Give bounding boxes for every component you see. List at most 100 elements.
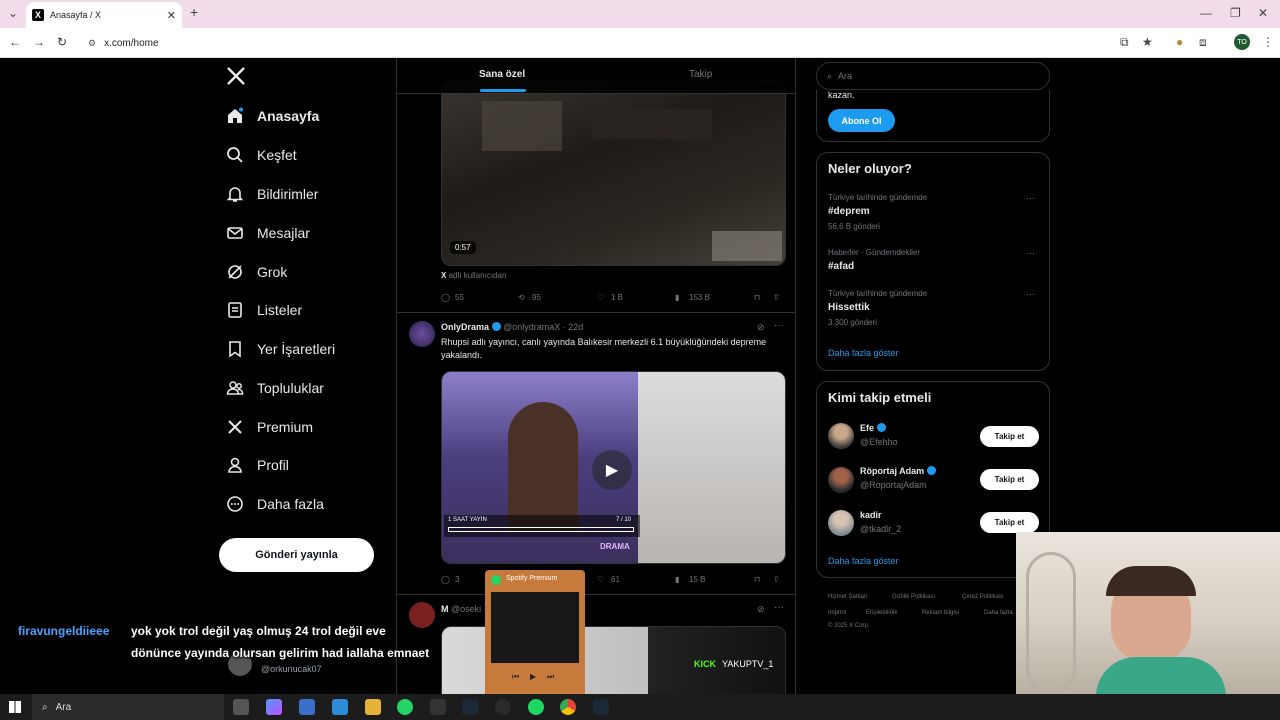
- views-icon[interactable]: ▮: [675, 575, 679, 584]
- footer-link[interactable]: Imprint: [828, 610, 846, 616]
- onlydrama-avatar[interactable]: [409, 321, 435, 347]
- site-info-icon[interactable]: ⚙: [88, 38, 96, 49]
- nav-item-home[interactable]: Anasayfa: [226, 104, 319, 128]
- more-options-icon[interactable]: ···: [774, 602, 784, 613]
- back-icon[interactable]: ←: [9, 35, 21, 49]
- restore-icon[interactable]: ❐: [1230, 6, 1241, 20]
- author-handle[interactable]: @oseki: [451, 604, 481, 614]
- footer-link[interactable]: Daha fazla: [984, 610, 1013, 616]
- browser-tab[interactable]: X Anasayfa / X ✕: [26, 2, 182, 28]
- x-logo-icon[interactable]: [226, 66, 246, 86]
- nav-item-messages[interactable]: Mesajlar: [226, 221, 310, 245]
- post2-video[interactable]: ▶ 1 SAAT YAYIN 7 / 10 DRAMA: [441, 371, 786, 564]
- profile-avatar[interactable]: TO: [1234, 34, 1250, 50]
- more-options-icon[interactable]: ···: [1026, 289, 1035, 299]
- author-name[interactable]: OnlyDrama: [441, 322, 489, 332]
- views-icon[interactable]: ▮: [675, 293, 679, 302]
- avatar[interactable]: [828, 467, 854, 493]
- extension-icon[interactable]: ●: [1176, 35, 1183, 49]
- reply-icon[interactable]: ◯: [441, 575, 450, 584]
- tab-close-icon[interactable]: ✕: [167, 9, 176, 22]
- show-more-trends-link[interactable]: Daha fazla göster: [828, 348, 899, 358]
- repost-icon[interactable]: ⟲: [518, 293, 525, 302]
- post-time[interactable]: · 22d: [563, 322, 584, 332]
- bookmark-icon[interactable]: ⊓: [754, 293, 760, 302]
- bookmark-icon[interactable]: ⊓: [754, 575, 760, 584]
- play-icon[interactable]: ▶: [530, 672, 536, 681]
- search-input[interactable]: ⌕ Ara: [816, 62, 1050, 90]
- post-button[interactable]: Gönderi yayınla: [219, 538, 374, 572]
- follow-button[interactable]: Takip et: [980, 426, 1039, 447]
- post1-video[interactable]: 0:57: [441, 80, 786, 266]
- new-tab-icon[interactable]: +: [190, 4, 198, 20]
- more-options-icon[interactable]: ···: [774, 320, 784, 331]
- post1-source[interactable]: X adlı kullanıcıdan: [441, 271, 506, 280]
- share-icon[interactable]: ⇧: [773, 575, 780, 584]
- reload-icon[interactable]: ↻: [57, 35, 67, 49]
- epic-games-icon[interactable]: [430, 699, 446, 715]
- next-icon[interactable]: ⏭: [547, 672, 554, 682]
- show-more-follow-link[interactable]: Daha fazla göster: [828, 556, 899, 566]
- bookmark-star-icon[interactable]: ★: [1142, 35, 1153, 49]
- forward-icon[interactable]: →: [33, 35, 45, 49]
- reply-icon[interactable]: ◯: [441, 293, 450, 302]
- nav-item-explore[interactable]: Keşfet: [226, 143, 297, 167]
- store-icon[interactable]: [299, 699, 315, 715]
- nav-item-communities[interactable]: Topluluklar: [226, 376, 324, 400]
- extensions-puzzle-icon[interactable]: ⧈: [1199, 35, 1207, 50]
- nav-item-lists[interactable]: Listeler: [226, 298, 302, 322]
- previous-icon[interactable]: ⏮: [512, 672, 519, 682]
- trend-name[interactable]: #afad: [828, 261, 854, 272]
- steam-icon[interactable]: [593, 699, 609, 715]
- like-icon[interactable]: ♡: [597, 293, 604, 302]
- footer-link[interactable]: Erişilebilirlik: [866, 610, 897, 616]
- window-close-icon[interactable]: ✕: [1258, 6, 1268, 20]
- outlook-icon[interactable]: [332, 699, 348, 715]
- grok-icon[interactable]: ⊘: [757, 322, 765, 333]
- whatsapp-icon[interactable]: [397, 699, 413, 715]
- steam-icon[interactable]: [462, 699, 478, 715]
- more-options-icon[interactable]: ···: [1026, 193, 1035, 203]
- spotify-mini-player[interactable]: Spotify Premium ⏮ ▶ ⏭: [485, 570, 585, 694]
- author-handle[interactable]: @onlydramaX: [503, 322, 560, 332]
- nav-item-more[interactable]: Daha fazla: [226, 492, 324, 516]
- nav-item-grok[interactable]: Grok: [226, 260, 287, 284]
- tab-for-you[interactable]: Sana özel: [479, 69, 525, 80]
- share-icon[interactable]: ⇧: [773, 293, 780, 302]
- who-name[interactable]: kadir: [860, 510, 882, 520]
- author-name[interactable]: M: [441, 604, 449, 614]
- windows-start-icon[interactable]: [9, 701, 21, 713]
- minimize-icon[interactable]: —: [1200, 6, 1212, 20]
- footer-link[interactable]: Çerez Politikası: [962, 594, 1004, 600]
- follow-button[interactable]: Takip et: [980, 469, 1039, 490]
- tab-search-icon[interactable]: ⌄: [8, 6, 18, 20]
- footer-link[interactable]: Reklam bilgisi: [922, 610, 959, 616]
- folder-icon[interactable]: [365, 699, 381, 715]
- footer-link[interactable]: Hizmet Şartları: [828, 594, 868, 600]
- avatar[interactable]: [828, 510, 854, 536]
- avatar[interactable]: [828, 423, 854, 449]
- taskbar-search[interactable]: ⌕ Ara: [32, 694, 224, 720]
- nav-item-notifications[interactable]: Bildirimler: [226, 182, 318, 206]
- nav-item-bookmarks[interactable]: Yer İşaretleri: [226, 337, 335, 361]
- task-view-icon[interactable]: [233, 699, 249, 715]
- nav-item-premium[interactable]: Premium: [226, 415, 313, 439]
- who-name[interactable]: Röportaj Adam: [860, 466, 936, 476]
- footer-link[interactable]: Gizlilik Politikası: [892, 594, 935, 600]
- follow-button[interactable]: Takip et: [980, 512, 1039, 533]
- chrome-icon[interactable]: [560, 699, 576, 715]
- grok-icon[interactable]: ⊘: [757, 604, 765, 615]
- who-name[interactable]: Efe: [860, 423, 886, 433]
- trend-name[interactable]: Hissettik: [828, 302, 870, 313]
- spotify-taskbar-icon[interactable]: [528, 699, 544, 715]
- nav-item-profile[interactable]: Profil: [226, 453, 289, 477]
- like-icon[interactable]: ♡: [597, 575, 604, 584]
- subscribe-button[interactable]: Abone Ol: [828, 109, 895, 132]
- copilot-icon[interactable]: [266, 699, 282, 715]
- tab-following[interactable]: Takip: [689, 69, 712, 80]
- more-options-icon[interactable]: ···: [1026, 248, 1035, 258]
- obs-icon[interactable]: [495, 699, 511, 715]
- play-icon[interactable]: ▶: [592, 450, 632, 490]
- menu-icon[interactable]: ⋮: [1262, 35, 1274, 49]
- trend-name[interactable]: #deprem: [828, 206, 870, 217]
